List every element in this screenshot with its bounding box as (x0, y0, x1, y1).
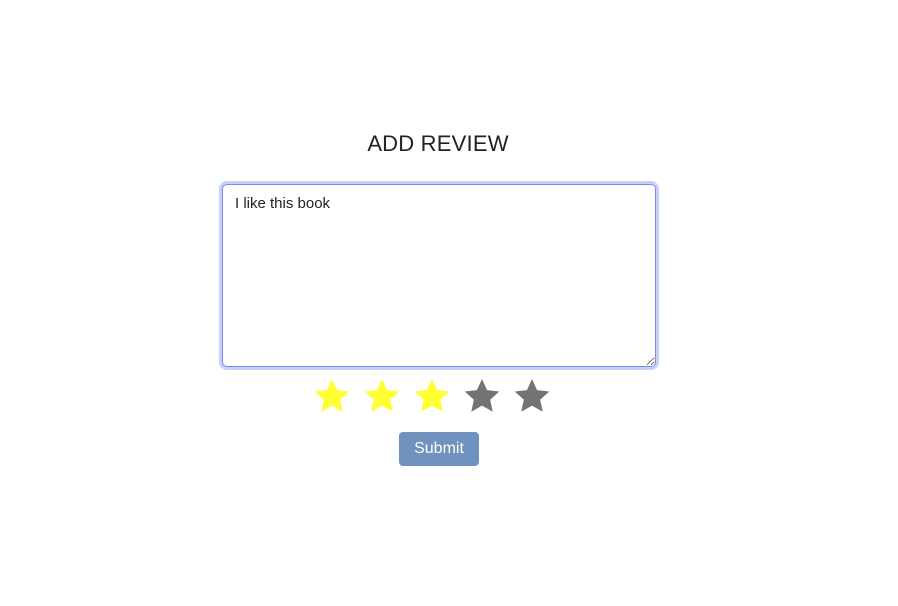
star-icon (364, 379, 400, 412)
star-5[interactable] (512, 376, 552, 416)
star-icon (464, 379, 500, 412)
star-1[interactable] (312, 376, 352, 416)
star-2[interactable] (362, 376, 402, 416)
star-3[interactable] (412, 376, 452, 416)
page-title: ADD REVIEW (367, 131, 509, 156)
add-review-page: ADD REVIEW Su (0, 0, 898, 606)
review-textarea[interactable] (222, 184, 656, 367)
star-icon (514, 379, 550, 412)
star-rating (312, 376, 562, 416)
star-icon (414, 379, 450, 412)
submit-button[interactable]: Submit (399, 432, 479, 466)
star-icon (314, 379, 350, 412)
review-input-focus-ring (219, 181, 659, 370)
star-4[interactable] (462, 376, 502, 416)
